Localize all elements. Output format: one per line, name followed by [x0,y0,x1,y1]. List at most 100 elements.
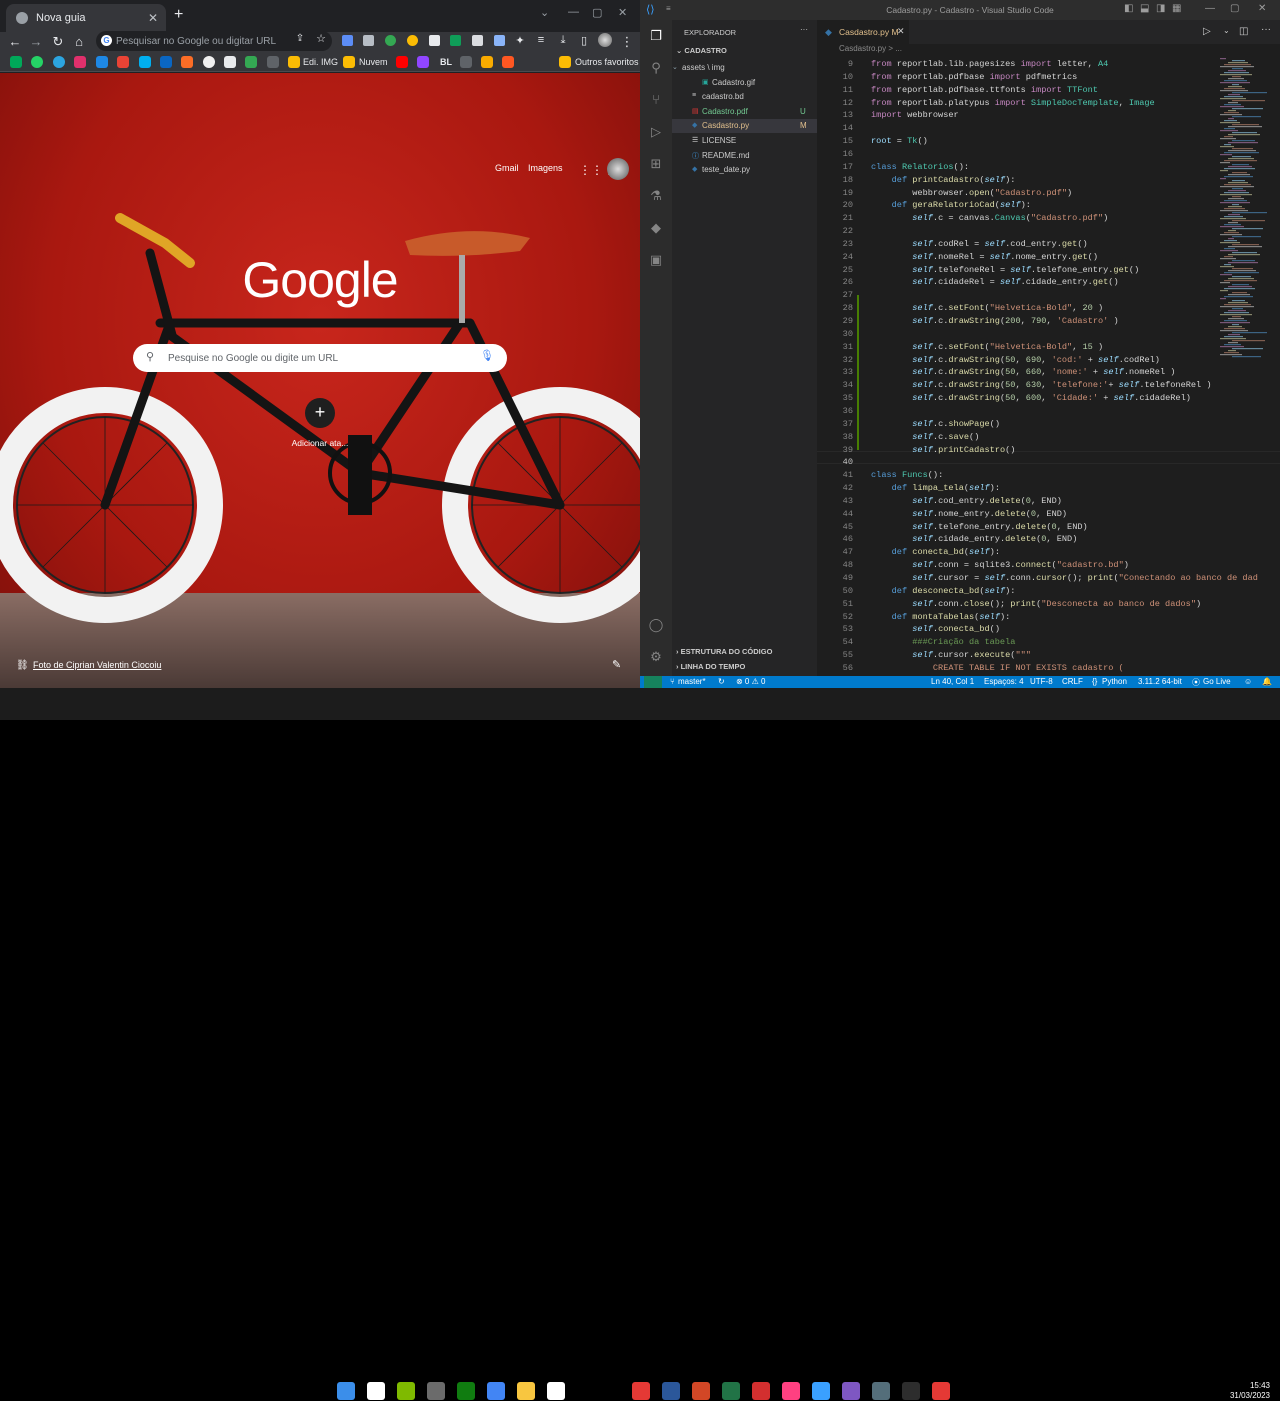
more-actions-icon[interactable]: ··· [800,25,808,34]
project-root[interactable]: ⌄ CADASTRO [676,46,727,55]
word-icon[interactable] [662,1382,680,1400]
search-icon[interactable]: ⚲ [648,60,664,76]
file-explorer-icon[interactable] [517,1382,535,1400]
menu-bar-icon[interactable]: ≡ [666,4,766,13]
extension-icon[interactable] [407,35,418,46]
pdf-icon[interactable] [752,1382,770,1400]
extensions-icon[interactable]: ⊞ [648,156,664,172]
app-icon[interactable] [427,1382,445,1400]
extension-icon[interactable] [342,35,353,46]
terminal-icon[interactable] [902,1382,920,1400]
profile-avatar[interactable] [598,33,612,47]
share-icon[interactable]: ⇪ [292,33,308,44]
close-window-icon[interactable]: ✕ [618,6,627,19]
reading-list-icon[interactable]: ≡ [533,34,549,46]
app-icon[interactable] [782,1382,800,1400]
add-shortcut-label[interactable]: Adicionar ata... [270,438,370,448]
toggle-secondary-sidebar-icon[interactable]: ◨ [1156,3,1165,14]
chrome-icon[interactable] [487,1382,505,1400]
folder-icon[interactable] [559,56,571,68]
indentation[interactable]: Espaços: 4 [984,677,1024,686]
side-panel-icon[interactable]: ▯ [576,34,592,47]
layout-icon[interactable]: ▦ [1172,3,1181,14]
extensions-puzzle-icon[interactable]: ✦ [512,34,528,47]
vscode-icon[interactable] [812,1382,830,1400]
bookmark-icon[interactable] [224,56,236,68]
back-icon[interactable]: ← [7,34,23,49]
extension-icon[interactable] [450,35,461,46]
search-icon[interactable] [367,1382,385,1400]
minimize-icon[interactable]: — [568,6,579,18]
close-window-icon[interactable]: ✕ [1258,3,1266,14]
powerpoint-icon[interactable] [692,1382,710,1400]
new-tab-icon[interactable]: + [174,6,183,24]
other-bookmarks-label[interactable]: Outros favoritos [575,57,639,67]
menu-dots-icon[interactable]: ⋮ [619,34,635,50]
toggle-panel-icon[interactable]: ⬓ [1140,3,1149,14]
sync-icon[interactable]: ↻ [718,677,725,686]
docker-icon[interactable]: ▣ [648,252,664,268]
bookmark-label[interactable]: BL [440,57,452,67]
bookmark-star-icon[interactable]: ☆ [313,32,329,45]
account-avatar[interactable] [607,158,629,180]
extension-icon[interactable] [429,35,440,46]
instagram-icon[interactable] [74,56,86,68]
accounts-icon[interactable]: ◯ [648,617,664,633]
whatsapp-icon[interactable] [31,56,43,68]
editor-more-icon[interactable]: ··· [1261,24,1271,35]
notion-icon[interactable] [547,1382,565,1400]
tab-search-icon[interactable]: ⌄ [540,6,549,19]
customize-pencil-icon[interactable]: ✎ [612,658,621,671]
git-branch[interactable]: master* [678,677,706,686]
encoding[interactable]: UTF-8 [1030,677,1053,686]
xbox-icon[interactable] [397,1382,415,1400]
forward-icon[interactable]: → [28,34,44,49]
minimap[interactable] [1218,58,1280,368]
github-icon[interactable] [203,56,215,68]
bookmark-icon[interactable] [245,56,257,68]
app-icon[interactable] [872,1382,890,1400]
maximize-icon[interactable]: ▢ [1230,3,1239,14]
run-debug-icon[interactable]: ▷ [648,124,664,140]
problems-count[interactable]: ⊗ 0 ⚠ 0 [736,677,765,686]
close-tab-icon[interactable]: ✕ [148,11,158,25]
extension-icon[interactable] [363,35,374,46]
linkedin-icon[interactable] [160,56,172,68]
xbox-app-icon[interactable] [457,1382,475,1400]
run-file-icon[interactable]: ▷ [1203,26,1211,37]
explorer-icon[interactable]: ❐ [648,28,664,44]
outline-section[interactable]: › ESTRUTURA DO CÓDIGO [676,647,772,656]
windows-start-icon[interactable] [337,1382,355,1400]
go-live-button[interactable]: Go Live [1203,677,1231,686]
python-icon[interactable]: ◆ [648,220,664,236]
editor-tab-casdastro[interactable]: ◆ Casdastro.py M ✕ [817,20,909,44]
source-control-icon[interactable]: ⑂ [648,92,664,108]
bookmark-icon[interactable] [460,56,472,68]
remote-indicator-icon[interactable] [644,676,662,688]
folder-icon[interactable] [288,56,300,68]
google-search-input[interactable]: ⚲ Pesquise no Google ou digite um URL 🎙 [133,344,507,372]
photo-credit-link[interactable]: Foto de Ciprian Valentin Ciocoiu [33,660,161,670]
testing-icon[interactable]: ⚗ [648,188,664,204]
timeline-section[interactable]: › LINHA DO TEMPO [676,662,745,671]
bookmark-icon[interactable] [502,56,514,68]
system-clock[interactable]: 15:43 31/03/2023 [1210,1381,1270,1401]
microphone-icon[interactable]: 🎙 [480,349,494,362]
app-icon[interactable] [932,1382,950,1400]
skype-icon[interactable] [139,56,151,68]
browser-tab[interactable]: Nova guia ✕ [6,4,166,32]
extension-icon[interactable] [385,35,396,46]
bookmark-icon[interactable] [267,56,279,68]
line-ending[interactable]: CRLF [1062,677,1083,686]
extension-icon[interactable] [472,35,483,46]
folder-icon[interactable] [343,56,355,68]
app-icon[interactable] [842,1382,860,1400]
bookmark-icon[interactable] [481,56,493,68]
bookmark-icon[interactable] [10,56,22,68]
app-icon[interactable] [632,1382,650,1400]
python-interpreter[interactable]: 3.11.2 64-bit [1138,677,1182,686]
bookmark-folder-label[interactable]: Nuvem [359,57,388,67]
download-icon[interactable]: ⤓ [555,34,571,47]
telegram-icon[interactable] [53,56,65,68]
notifications-bell-icon[interactable]: 🔔 [1262,677,1272,686]
